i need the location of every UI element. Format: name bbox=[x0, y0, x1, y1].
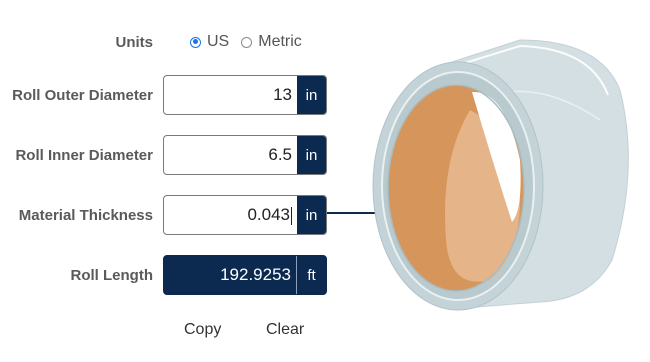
roll-illustration bbox=[327, 39, 629, 311]
